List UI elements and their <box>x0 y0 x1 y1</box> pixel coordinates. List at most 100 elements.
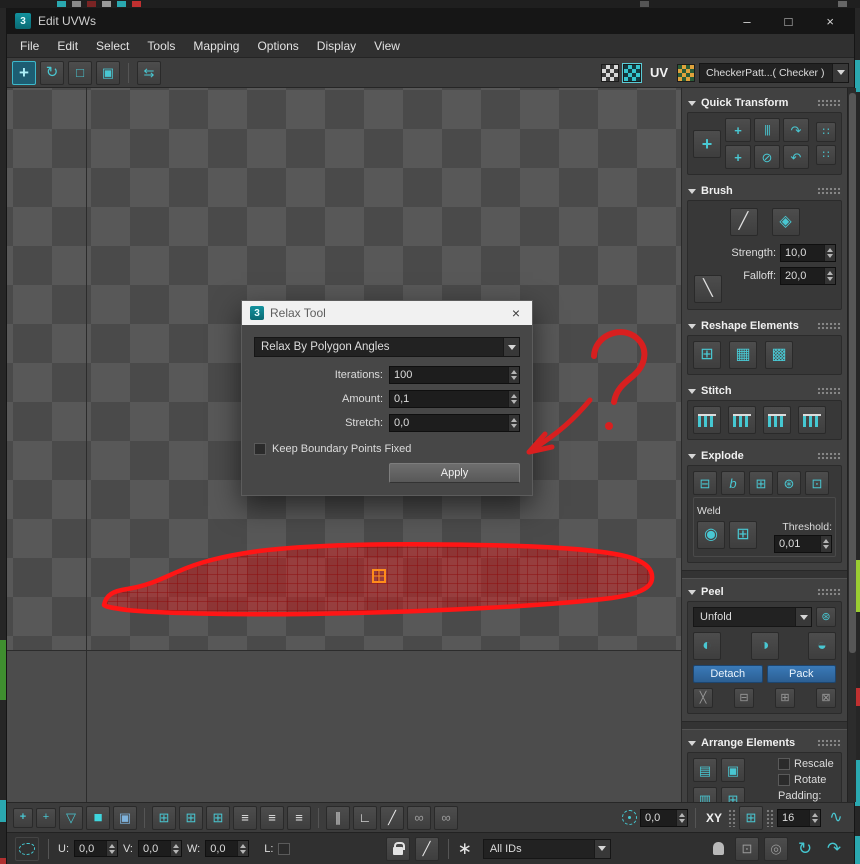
menu-tools[interactable]: Tools <box>138 36 184 56</box>
select-ring-button[interactable]: ≡ <box>260 805 284 830</box>
peel-options-button[interactable]: ⊛ <box>816 607 836 627</box>
panel-header-brush[interactable]: Brush <box>682 182 847 200</box>
select-grow-loop-button[interactable]: ≡ <box>287 805 311 830</box>
pelt-map-button[interactable]: ◒ <box>808 632 836 660</box>
flatten-by-angle-button[interactable]: ⊛ <box>777 471 801 495</box>
scrollbar-thumb[interactable] <box>849 93 856 653</box>
spinner-arrows[interactable] <box>508 391 519 407</box>
grid-size-spinner[interactable]: 16 <box>777 808 821 827</box>
rotate-cw-button[interactable]: ↷ <box>783 118 809 142</box>
spinner-arrows[interactable] <box>820 536 831 552</box>
shrink-selection-button[interactable]: ⊞ <box>206 805 230 830</box>
weld-all-button[interactable]: ⊞ <box>729 521 757 549</box>
convert-seams-button[interactable]: ⊠ <box>816 688 836 708</box>
rescale-checkbox[interactable] <box>778 758 790 770</box>
zoom-extents-button[interactable]: ↻ <box>793 837 817 861</box>
pack-normalize-button[interactable]: ▣ <box>721 758 745 782</box>
spinner-arrows[interactable] <box>508 415 519 431</box>
amount-spinner[interactable]: 0,1 <box>389 390 520 408</box>
threshold-spinner[interactable]: 0,01 <box>774 535 832 553</box>
point-to-point-seam-button[interactable]: ⊟ <box>734 688 754 708</box>
menu-file[interactable]: File <box>11 36 48 56</box>
break-by-smoothing-button[interactable]: b <box>721 471 745 495</box>
menu-display[interactable]: Display <box>308 36 365 56</box>
offset-spinner[interactable]: 0,0 <box>639 808 688 827</box>
panel-scrollbar[interactable] <box>847 88 856 802</box>
edge-subobject-button[interactable]: ■ <box>86 805 110 830</box>
vertex-subobject-button[interactable]: ▽ <box>59 805 83 830</box>
dropdown-arrow-icon[interactable] <box>503 338 519 356</box>
flatten-mapping-button[interactable]: ⊡ <box>805 471 829 495</box>
spinner-arrows[interactable] <box>809 809 820 826</box>
rotate-checkbox[interactable] <box>778 774 790 786</box>
rotate-tool-button[interactable]: ↻ <box>40 60 64 85</box>
relax-brush-button[interactable]: ◈ <box>771 208 800 236</box>
unsync-selection-button[interactable]: ∞ <box>434 805 458 830</box>
spinner-arrows[interactable] <box>106 841 117 856</box>
pack-together-button[interactable]: ▥ <box>693 787 717 802</box>
minimize-button[interactable]: – <box>743 14 750 29</box>
distribute-v-button[interactable]: ∷ <box>816 145 836 165</box>
panel-header-explode[interactable]: Explode <box>682 447 847 465</box>
face-subobject-button[interactable]: ▣ <box>113 805 137 830</box>
menu-edit[interactable]: Edit <box>48 36 87 56</box>
dropdown-arrow-icon[interactable] <box>832 63 848 82</box>
freeform-tool-button[interactable]: □ <box>68 60 92 85</box>
peel-mode-button[interactable]: ◑ <box>750 632 779 660</box>
move-h-button[interactable]: + <box>725 118 751 142</box>
break-button[interactable]: ⊟ <box>693 471 717 495</box>
panel-grip[interactable] <box>817 187 841 195</box>
spinner-arrows[interactable] <box>508 367 519 383</box>
panel-header-peel[interactable]: Peel <box>682 583 847 601</box>
stitch-to-source-button[interactable] <box>763 406 791 434</box>
freeform-selection-button[interactable] <box>15 836 39 861</box>
preview-brush-button[interactable]: ╱ <box>414 836 439 861</box>
expand-to-seams-button[interactable]: ⊞ <box>775 688 795 708</box>
close-button[interactable]: × <box>826 14 834 29</box>
lock-selected-button[interactable] <box>385 836 410 861</box>
panel-grip[interactable] <box>817 452 841 460</box>
weld-selected-button[interactable]: ◉ <box>697 521 725 549</box>
straighten-button[interactable]: ⊞ <box>693 341 721 369</box>
align-vertical-button[interactable]: ||| <box>754 118 780 142</box>
select-by-element-button[interactable]: ⊞ <box>152 805 176 830</box>
keep-boundary-checkbox[interactable] <box>254 443 266 455</box>
relax-method-dropdown[interactable]: Relax By Polygon Angles <box>254 337 520 357</box>
dropdown-arrow-icon[interactable] <box>795 608 811 626</box>
detach-button[interactable]: Detach <box>693 665 763 683</box>
panel-header-quick-transform[interactable]: Quick Transform <box>682 94 847 112</box>
stitch-average-button[interactable] <box>798 406 826 434</box>
paint-move-brush-button[interactable]: ╱ <box>729 208 758 236</box>
panel-header-reshape[interactable]: Reshape Elements <box>682 317 847 335</box>
panel-header-arrange[interactable]: Arrange Elements <box>682 734 847 752</box>
panel-grip[interactable] <box>817 387 841 395</box>
stretch-spinner[interactable]: 0,0 <box>389 414 520 432</box>
ignore-backfacing-button[interactable]: ∥ <box>326 805 350 830</box>
strength-spinner[interactable]: 10,0 <box>780 244 836 262</box>
edit-seams-button[interactable]: ╳ <box>693 688 713 708</box>
soft-selection-button[interactable]: + <box>13 807 33 828</box>
move-v-button[interactable]: + <box>725 145 751 169</box>
sync-selection-button[interactable]: ∞ <box>407 805 431 830</box>
panel-grip[interactable] <box>817 322 841 330</box>
pan-button[interactable] <box>706 837 730 861</box>
pattern-dropdown[interactable]: CheckerPatt...( Checker ) <box>699 62 849 83</box>
mirror-tool-button[interactable]: ⇆ <box>137 60 161 85</box>
checker-pattern-button[interactable] <box>621 62 642 83</box>
zoom-region-button[interactable]: ⊡ <box>735 836 759 861</box>
paint-selection-button[interactable]: + <box>36 807 56 828</box>
u-field[interactable]: 0,0 <box>74 840 118 857</box>
region-tool-button[interactable]: ▣ <box>96 60 120 85</box>
panel-grip[interactable] <box>817 99 841 107</box>
relax-face-button[interactable]: ▩ <box>765 341 793 369</box>
zoom-selected-button[interactable]: ↷ <box>822 837 846 861</box>
toolbar-grip[interactable] <box>766 808 774 827</box>
zoom-button[interactable]: ◎ <box>764 836 788 861</box>
material-id-dropdown[interactable]: All IDs <box>482 838 611 859</box>
panel-grip[interactable] <box>817 588 841 596</box>
align-to-edge-button[interactable]: + <box>693 129 721 158</box>
relax-spacing-button[interactable]: ▦ <box>729 341 757 369</box>
w-field[interactable]: 0,0 <box>205 840 250 857</box>
panel-grip[interactable] <box>817 739 841 747</box>
planar-angle-button[interactable]: ∟ <box>353 805 377 830</box>
